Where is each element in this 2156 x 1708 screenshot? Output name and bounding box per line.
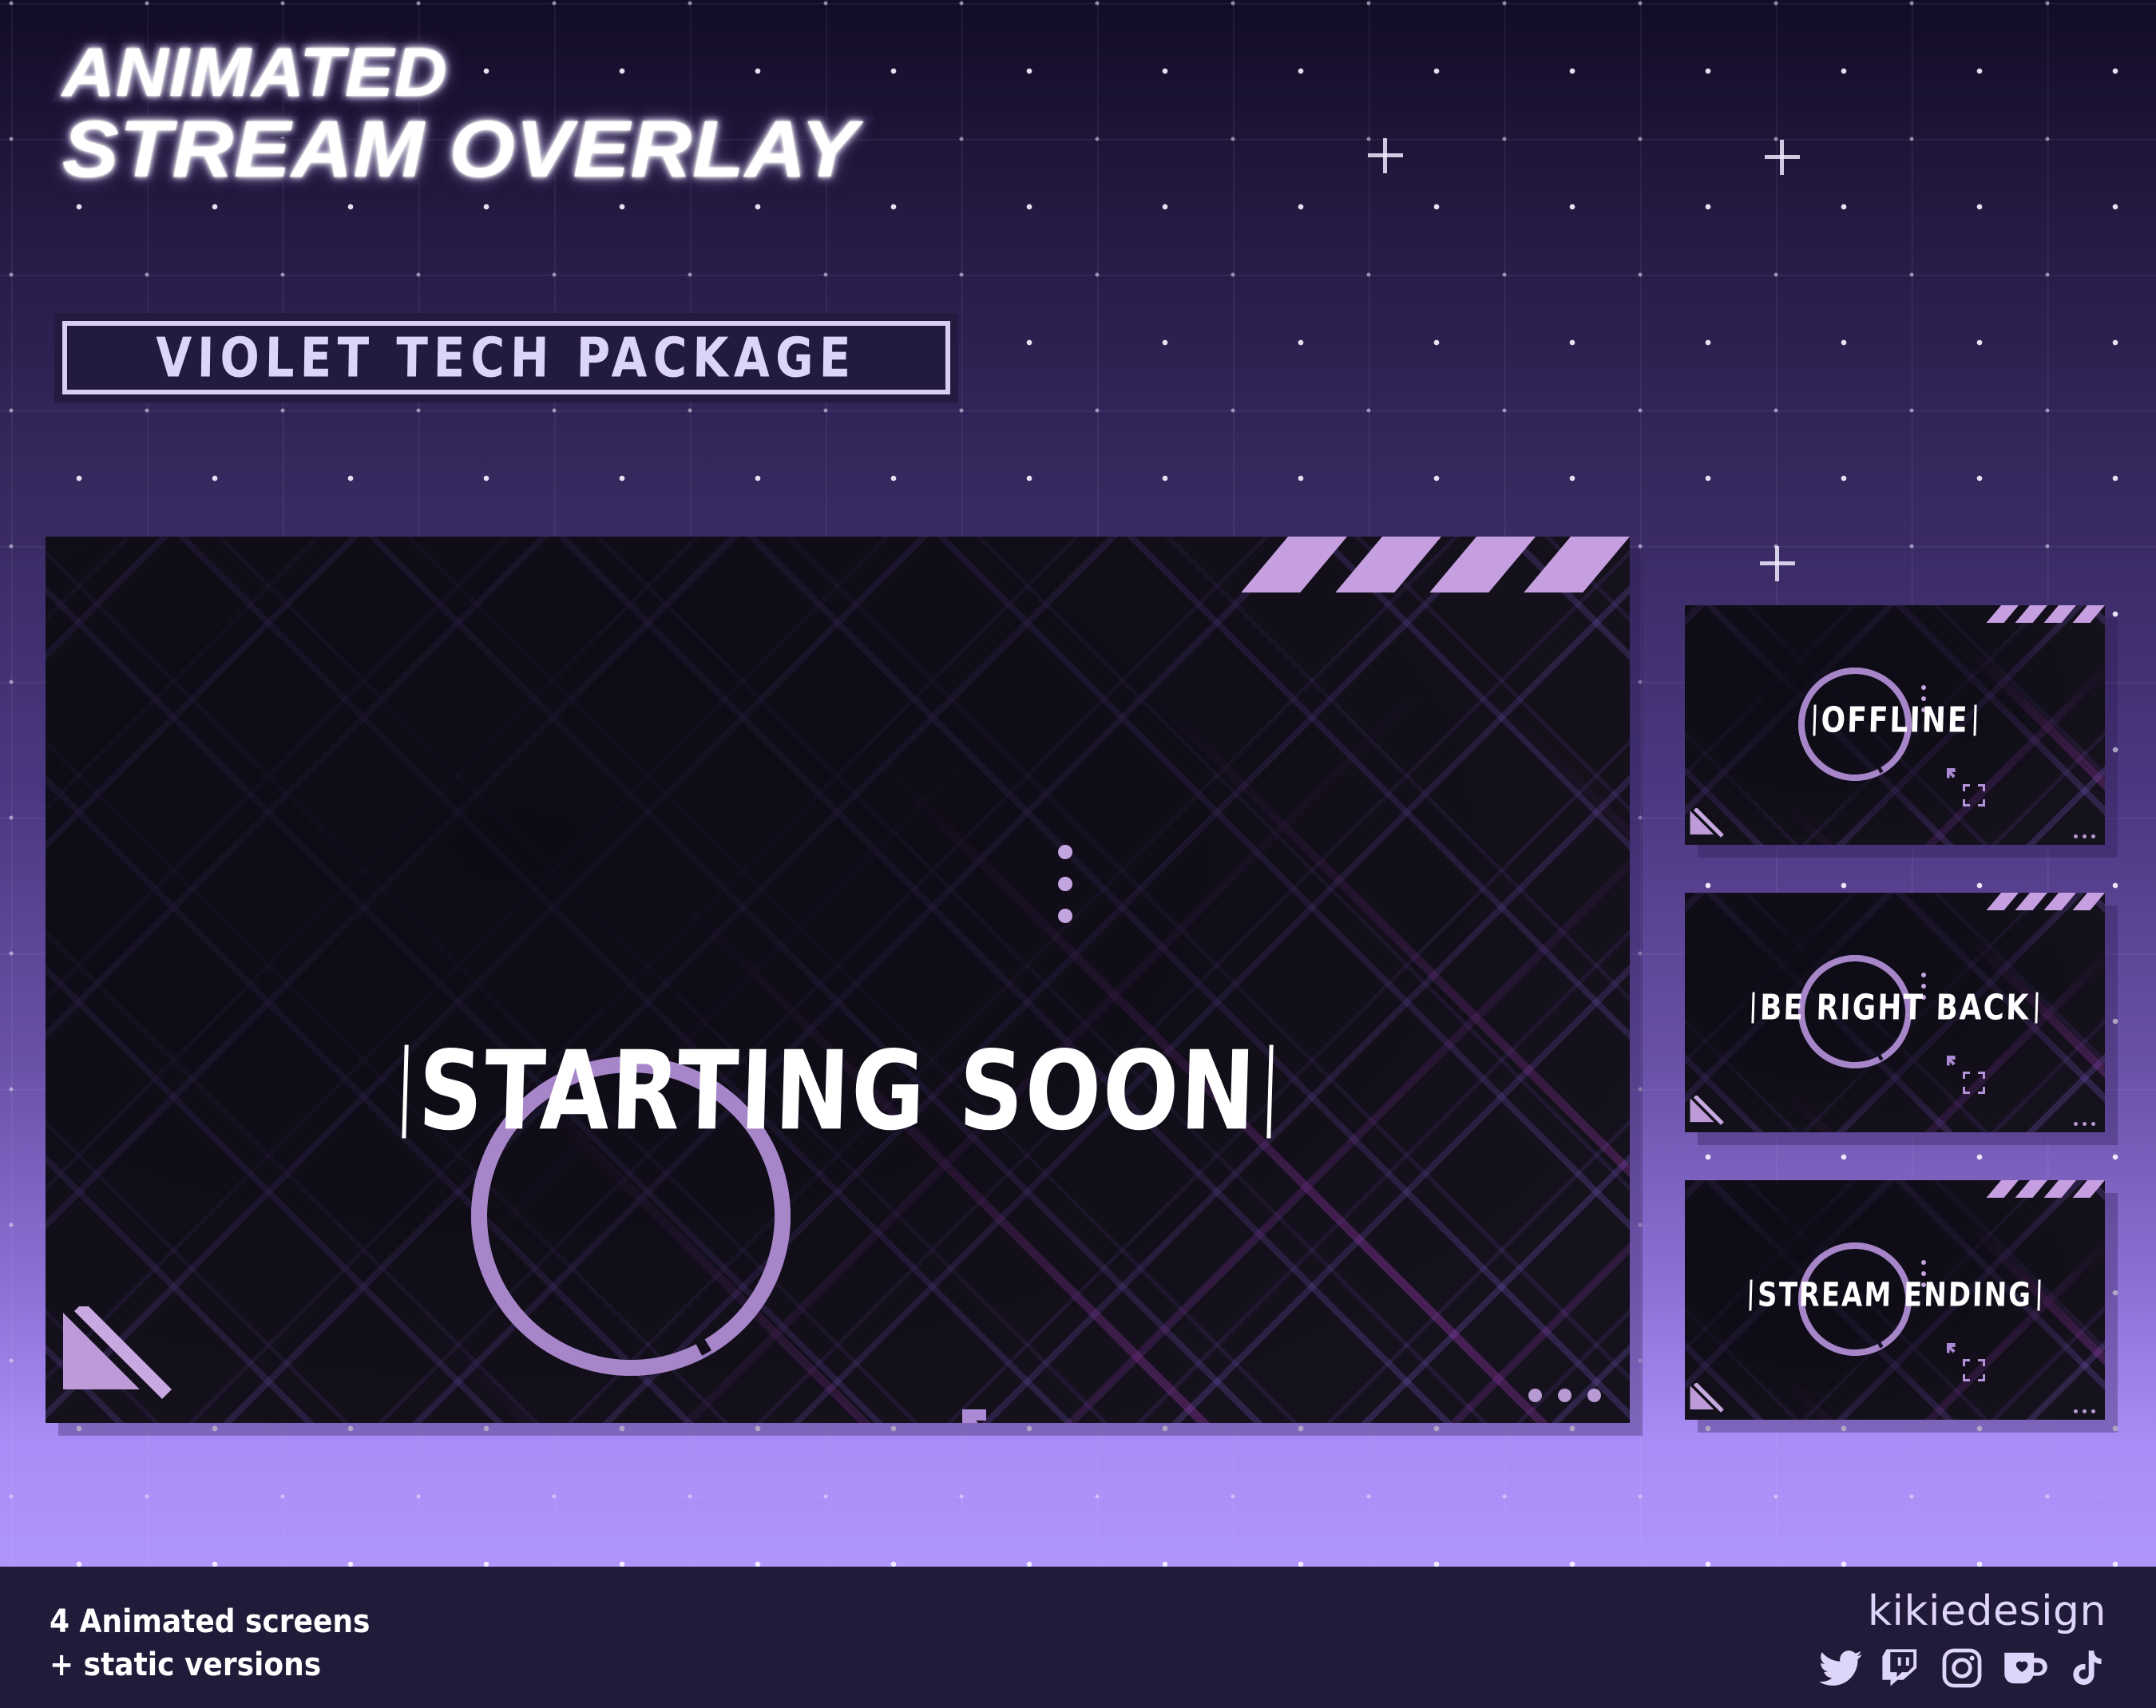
be-right-back-screen[interactable]: BE RIGHT BACK: [1685, 893, 2105, 1132]
footer-note-line-2: + static versions: [50, 1647, 322, 1683]
footer-bar: 4 Animated screens + static versions kik…: [0, 1567, 2156, 1708]
screen-label: BE RIGHT BACK: [1685, 987, 2105, 1028]
vertical-dots: [1058, 845, 1072, 923]
corner-dots: [2074, 834, 2095, 838]
twitch-icon[interactable]: [1880, 1647, 1923, 1690]
cursor-arrow-icon: [1947, 768, 1960, 782]
label-bar-right: [1266, 1044, 1274, 1139]
brand-name: kikiedesign: [1867, 1587, 2106, 1635]
tiktok-icon[interactable]: [2067, 1647, 2106, 1690]
decor-dot: [1587, 1389, 1601, 1402]
label-bar-right: [2037, 1279, 2041, 1311]
decor-dot: [1558, 1389, 1571, 1402]
title-line-2: STREAM OVERLAY: [57, 103, 863, 196]
package-badge-label: VIOLET TECH PACKAGE: [155, 325, 858, 390]
label-bar-right: [2035, 992, 2039, 1024]
instagram-icon[interactable]: [1940, 1647, 1984, 1690]
label-bar-left: [402, 1044, 409, 1139]
decor-dot: [2074, 1409, 2078, 1413]
screen-label-text: OFFLINE: [1820, 699, 1970, 741]
corner-dots: [2074, 1409, 2095, 1413]
decor-dot: [1058, 877, 1072, 891]
decor-dot: [2074, 1122, 2078, 1126]
focus-bracket-corner: [1978, 1087, 1985, 1094]
screen-label-text: BE RIGHT BACK: [1759, 987, 2031, 1028]
label-bar-right: [1973, 704, 1977, 736]
focus-bracket-corner: [1963, 1072, 1970, 1079]
focus-bracket-corner: [1963, 799, 1970, 806]
focus-brackets-icon: [1963, 1072, 1985, 1094]
focus-bracket-corner: [1963, 1359, 1970, 1366]
focus-bracket-corner: [1963, 784, 1970, 791]
focus-bracket-corner: [1978, 784, 1985, 791]
decor-dot: [1528, 1389, 1542, 1402]
decor-dot: [2091, 834, 2095, 838]
screen-label-text: STARTING SOON: [416, 1028, 1259, 1155]
focus-bracket-corner: [1978, 1359, 1985, 1366]
decor-dot: [1921, 685, 1926, 690]
package-badge: VIOLET TECH PACKAGE: [54, 313, 958, 402]
panel-vignette: [46, 537, 1630, 1423]
corner-dots: [2074, 1122, 2095, 1126]
label-bar-left: [1751, 992, 1755, 1024]
footer-note: 4 Animated screens + static versions: [50, 1600, 370, 1686]
cursor-arrow-icon: [962, 1409, 1001, 1423]
stream-ending-screen[interactable]: STREAM ENDING: [1685, 1180, 2105, 1420]
decor-dot: [1058, 909, 1072, 923]
social-links: [1819, 1647, 2106, 1690]
label-bar-left: [1749, 1279, 1753, 1311]
focus-bracket-corner: [1978, 1374, 1985, 1381]
focus-bracket-corner: [1978, 1072, 1985, 1079]
kofi-icon[interactable]: [2001, 1647, 2049, 1690]
offline-screen[interactable]: OFFLINE: [1685, 605, 2105, 845]
decor-dot: [2074, 834, 2078, 838]
starting-soon-screen[interactable]: STARTING SOON: [46, 537, 1630, 1423]
decor-dot: [2083, 1122, 2087, 1126]
twitter-icon[interactable]: [1819, 1647, 1862, 1690]
focus-bracket-corner: [1963, 1374, 1970, 1381]
focus-brackets-icon: [1963, 784, 1985, 806]
footer-brand-block: kikiedesign: [1819, 1587, 2106, 1690]
focus-bracket-corner: [1963, 1087, 1970, 1094]
cursor-arrow-icon: [1947, 1056, 1960, 1069]
footer-note-line-1: 4 Animated screens: [50, 1603, 371, 1640]
package-badge-frame: VIOLET TECH PACKAGE: [62, 321, 950, 394]
decor-dot: [2091, 1409, 2095, 1413]
screen-label: OFFLINE: [1685, 699, 2105, 740]
decor-dot: [2083, 834, 2087, 838]
decor-dot: [2091, 1122, 2095, 1126]
screen-label: STREAM ENDING: [1685, 1274, 2105, 1315]
page-title: ANIMATED STREAM OVERLAY: [57, 32, 863, 196]
decor-dot: [1921, 1260, 1926, 1265]
label-bar-left: [1813, 704, 1817, 736]
focus-bracket-corner: [1978, 799, 1985, 806]
focus-brackets-icon: [1963, 1359, 1985, 1381]
cursor-arrow-icon: [1947, 1343, 1960, 1357]
screen-label-text: STREAM ENDING: [1757, 1275, 2033, 1315]
corner-dots: [1528, 1389, 1601, 1402]
poster-stage: ANIMATED STREAM OVERLAY VIOLET TECH PACK…: [0, 0, 2156, 1708]
title-line-1: ANIMATED: [57, 32, 454, 113]
decor-dot: [2083, 1409, 2087, 1413]
decor-dot: [1058, 845, 1072, 859]
decor-dot: [1921, 973, 1926, 977]
screen-label: STARTING SOON: [46, 1028, 1630, 1155]
